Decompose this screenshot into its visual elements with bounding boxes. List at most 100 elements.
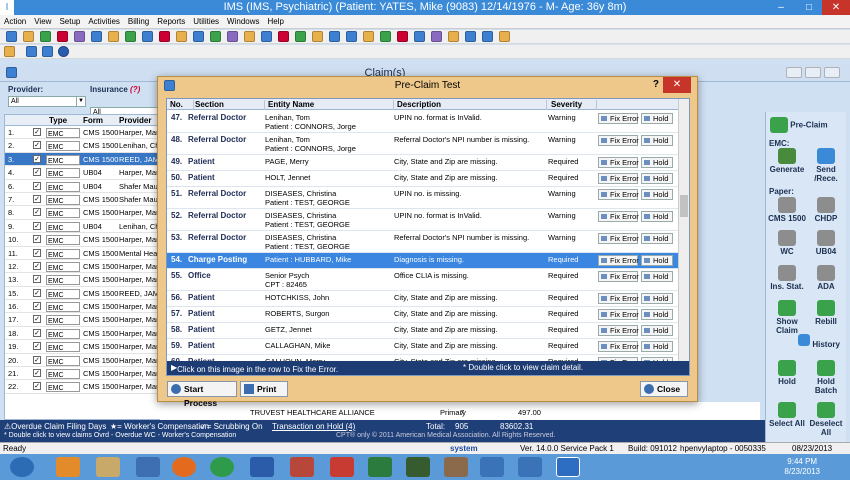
precheck-row[interactable]: 56. Patient HOTCHKISS, John City, State and… bbox=[167, 291, 679, 307]
row-checkbox[interactable]: ✓ bbox=[33, 168, 41, 177]
row-checkbox[interactable]: ✓ bbox=[33, 315, 41, 324]
hold-row-button[interactable]: Hold bbox=[641, 341, 673, 352]
hold-row-button[interactable]: Hold bbox=[641, 293, 673, 304]
row-checkbox[interactable]: ✓ bbox=[33, 128, 41, 136]
row-type-select[interactable]: EMC bbox=[46, 382, 80, 393]
history-button[interactable]: History bbox=[794, 334, 844, 349]
network-icon[interactable] bbox=[480, 457, 504, 477]
row-checkbox[interactable]: ✓ bbox=[33, 194, 41, 203]
toolbar-tool-icon[interactable] bbox=[380, 31, 391, 42]
claims-table-row[interactable]: 7. ✓ EMC CMS 1500 Shafer Mauri bbox=[5, 193, 163, 207]
word-icon[interactable] bbox=[250, 457, 274, 477]
cancel-icon[interactable] bbox=[58, 46, 69, 57]
hold-row-button[interactable]: Hold bbox=[641, 233, 673, 244]
fix-error-button[interactable]: Fix Error bbox=[598, 271, 639, 282]
menu-view[interactable]: View bbox=[30, 15, 55, 29]
row-checkbox[interactable]: ✓ bbox=[33, 235, 41, 244]
row-type-select[interactable]: EMC bbox=[46, 181, 80, 192]
toolbar-tool-icon[interactable] bbox=[244, 31, 255, 42]
row-type-select[interactable]: EMC bbox=[46, 355, 80, 366]
toolbar-tool-icon[interactable] bbox=[142, 31, 153, 42]
fix-error-button[interactable]: Fix Error bbox=[598, 211, 639, 222]
precheck-row[interactable]: 48. Referral Doctor Lenihan, Tom Patient : … bbox=[167, 133, 679, 155]
minimize-button[interactable]: – bbox=[768, 0, 794, 15]
cms1500-button[interactable]: CMS 1500 bbox=[768, 197, 806, 223]
row-type-select[interactable]: EMC bbox=[46, 128, 80, 138]
column-provider[interactable]: Provider bbox=[119, 116, 151, 125]
row-type-select[interactable]: EMC bbox=[46, 194, 80, 205]
row-checkbox[interactable]: ✓ bbox=[33, 221, 41, 230]
fix-error-button[interactable]: Fix Error bbox=[598, 309, 639, 320]
chrome-icon[interactable] bbox=[210, 457, 234, 477]
precheck-row[interactable]: 49. Patient PAGE, Merry City, State and Zip… bbox=[167, 155, 679, 171]
ie-icon[interactable] bbox=[10, 457, 34, 477]
row-type-select[interactable]: EMC bbox=[46, 275, 80, 286]
toolbar-tool-icon[interactable] bbox=[159, 31, 170, 42]
claims-table-row[interactable]: 16. ✓ EMC CMS 1500 Harper, Marib bbox=[5, 300, 163, 314]
claims-table-row[interactable]: 22. ✓ EMC CMS 1500 Harper, Marib bbox=[5, 380, 163, 394]
row-type-select[interactable]: EMC bbox=[46, 369, 80, 380]
claims-table-row[interactable]: 10. ✓ EMC CMS 1500 Harper, Marib bbox=[5, 233, 163, 247]
row-checkbox[interactable]: ✓ bbox=[33, 154, 41, 163]
row-checkbox[interactable]: ✓ bbox=[33, 261, 41, 270]
fix-error-button[interactable]: Fix Error bbox=[598, 341, 639, 352]
print-button[interactable]: Print bbox=[240, 381, 288, 397]
send-receive-button[interactable]: Send /Rece. bbox=[807, 148, 845, 183]
row-type-select[interactable]: EMC bbox=[46, 208, 80, 219]
hold-row-button[interactable]: Hold bbox=[641, 173, 673, 184]
scrollbar-thumb[interactable] bbox=[680, 195, 688, 217]
close-button[interactable]: ✕ bbox=[822, 0, 850, 15]
toolbar-tool-icon[interactable] bbox=[176, 31, 187, 42]
deselect-all-button[interactable]: Deselect All bbox=[807, 402, 845, 437]
precheck-row[interactable]: 52. Referral Doctor DISEASES, Christina Pat… bbox=[167, 209, 679, 231]
row-type-select[interactable]: EMC bbox=[46, 168, 80, 179]
precheck-row[interactable]: 50. Patient HOLT, Jennet City, State and Zi… bbox=[167, 171, 679, 187]
toolbar-tool-icon[interactable] bbox=[431, 31, 442, 42]
claims-table-row[interactable]: 3. ✓ EMC CMS 1500 REED, JAME bbox=[5, 152, 163, 167]
toolbar-tool-icon[interactable] bbox=[397, 31, 408, 42]
ada-button[interactable]: ADA bbox=[807, 265, 845, 291]
row-checkbox[interactable]: ✓ bbox=[33, 342, 41, 351]
toolbar-tool-icon[interactable] bbox=[40, 31, 51, 42]
row-type-select[interactable]: EMC bbox=[46, 221, 80, 232]
menu-help[interactable]: Help bbox=[264, 15, 288, 29]
toolbar-tool-icon[interactable] bbox=[346, 31, 357, 42]
claims-table-row[interactable]: 1. ✓ EMC CMS 1500 Harper, Marib bbox=[5, 126, 163, 140]
fix-error-button[interactable]: Fix Error bbox=[598, 325, 639, 336]
precheck-row[interactable]: 54. Charge Posting Patient : HUBBARD, Mike… bbox=[167, 253, 679, 269]
fix-error-button[interactable]: Fix Error bbox=[598, 293, 639, 304]
precheck-row[interactable]: 47. Referral Doctor Lenihan, Tom Patient : … bbox=[167, 111, 679, 133]
hold-batch-button[interactable]: Hold Batch bbox=[807, 360, 845, 395]
rebill-button[interactable]: Rebill bbox=[807, 300, 845, 326]
toolbar-tool-icon[interactable] bbox=[57, 31, 68, 42]
row-checkbox[interactable]: ✓ bbox=[33, 208, 41, 217]
toolbar-tool-icon[interactable] bbox=[278, 31, 289, 42]
row-checkbox[interactable]: ✓ bbox=[33, 355, 41, 364]
provider-select[interactable]: All ▼ bbox=[8, 96, 86, 107]
ins-stat-button[interactable]: Ins. Stat. bbox=[768, 265, 806, 291]
row-checkbox[interactable]: ✓ bbox=[33, 302, 41, 311]
row-type-select[interactable]: EMC bbox=[46, 288, 80, 299]
toolbar-tool-icon[interactable] bbox=[193, 31, 204, 42]
menu-setup[interactable]: Setup bbox=[55, 15, 84, 29]
hold-row-button[interactable]: Hold bbox=[641, 189, 673, 200]
claims-table-row[interactable]: 2. ✓ EMC CMS 1500 Lenihan, Cha bbox=[5, 139, 163, 153]
remote-desktop-icon[interactable] bbox=[518, 457, 542, 477]
row-type-select[interactable]: EMC bbox=[46, 315, 80, 326]
claims-table-row[interactable]: 8. ✓ EMC CMS 1500 Harper, Marib bbox=[5, 206, 163, 220]
dialog-close-action-button[interactable]: Close bbox=[640, 381, 688, 397]
fix-error-button[interactable]: Fix Error bbox=[598, 233, 639, 244]
claims-table-row[interactable]: 19. ✓ EMC CMS 1500 Harper, Marib bbox=[5, 340, 163, 354]
claims-table-row[interactable]: 11. ✓ EMC CMS 1500 Mental Healt bbox=[5, 247, 163, 260]
claims-table-row[interactable]: 21. ✓ EMC CMS 1500 Harper, Marib bbox=[5, 367, 163, 381]
claims-close-button[interactable] bbox=[824, 67, 840, 78]
menu-billing[interactable]: Billing bbox=[124, 15, 153, 29]
claims-table-row[interactable]: 15. ✓ EMC CMS 1500 REED, JAME bbox=[5, 287, 163, 301]
hold-row-button[interactable]: Hold bbox=[641, 135, 673, 146]
start-process-button[interactable]: Start Process bbox=[167, 381, 237, 408]
computer-icon[interactable] bbox=[136, 457, 160, 477]
claims-restore-button[interactable] bbox=[805, 67, 821, 78]
column-form[interactable]: Form bbox=[83, 116, 103, 125]
select-all-button[interactable]: Select All bbox=[768, 402, 806, 428]
precheck-row[interactable]: 57. Patient ROBERTS, Surgon City, State and… bbox=[167, 307, 679, 323]
